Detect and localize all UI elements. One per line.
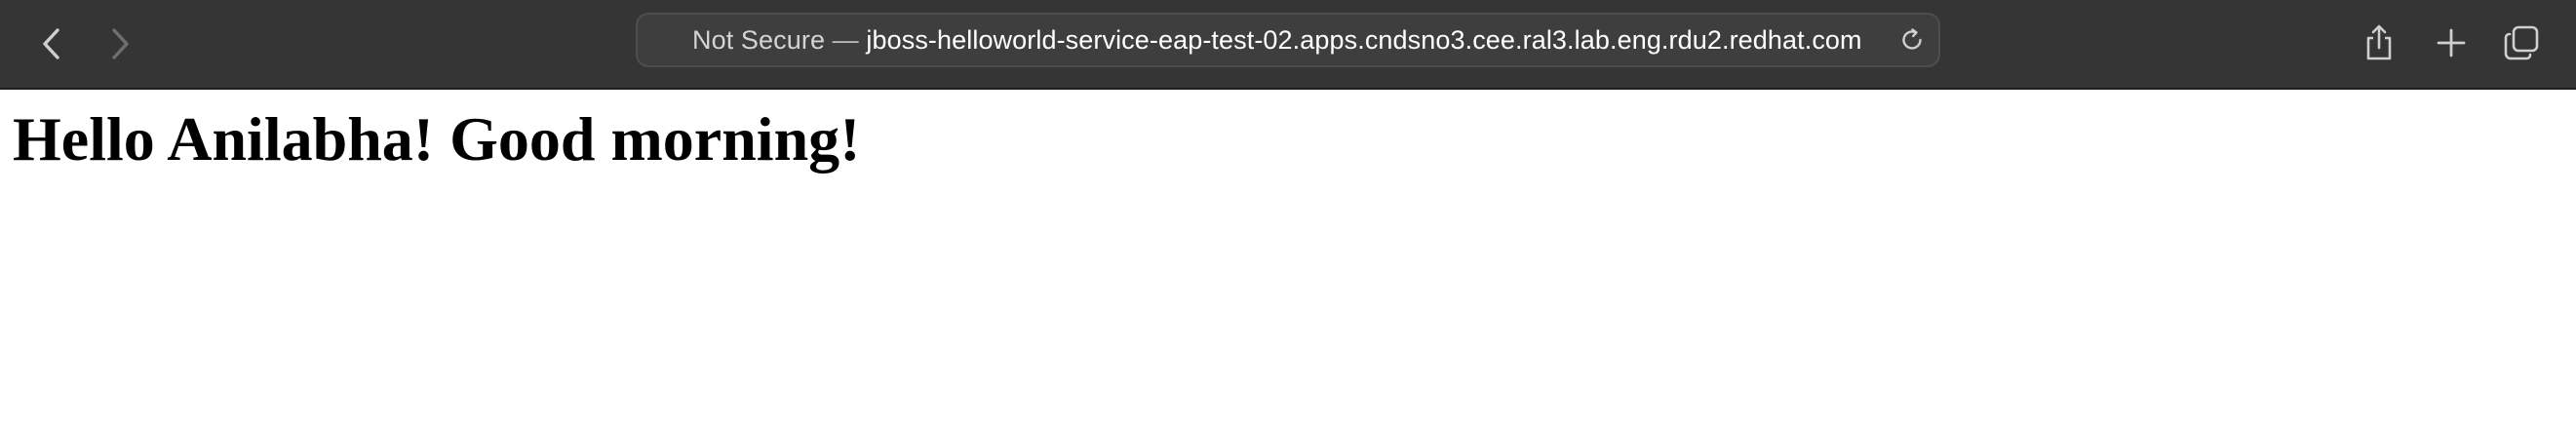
plus-icon <box>2437 28 2466 58</box>
share-button[interactable] <box>2352 16 2406 70</box>
new-tab-button[interactable] <box>2424 16 2478 70</box>
address-bar[interactable]: Not Secure — jboss-helloworld-service-ea… <box>636 13 1940 67</box>
forward-button[interactable] <box>94 18 146 70</box>
reload-button[interactable] <box>1897 25 1927 55</box>
tabs-overview-button[interactable] <box>2494 16 2549 70</box>
back-button[interactable] <box>25 18 78 70</box>
chevron-left-icon <box>43 28 59 59</box>
address-text: Not Secure — jboss-helloworld-service-ea… <box>692 15 1862 65</box>
tabs-overview-icon <box>2504 25 2539 60</box>
share-icon <box>2366 24 2392 60</box>
reload-icon <box>1902 28 1922 50</box>
browser-toolbar: Not Secure — jboss-helloworld-service-ea… <box>0 0 2576 90</box>
address-host: jboss-helloworld-service-eap-test-02.app… <box>866 25 1862 55</box>
page-content: Hello Anilabha! Good morning! <box>0 90 2576 425</box>
address-separator: — <box>825 25 867 55</box>
chevron-right-icon <box>112 28 129 59</box>
page-heading: Hello Anilabha! Good morning! <box>13 104 861 174</box>
security-label: Not Secure <box>692 25 826 55</box>
